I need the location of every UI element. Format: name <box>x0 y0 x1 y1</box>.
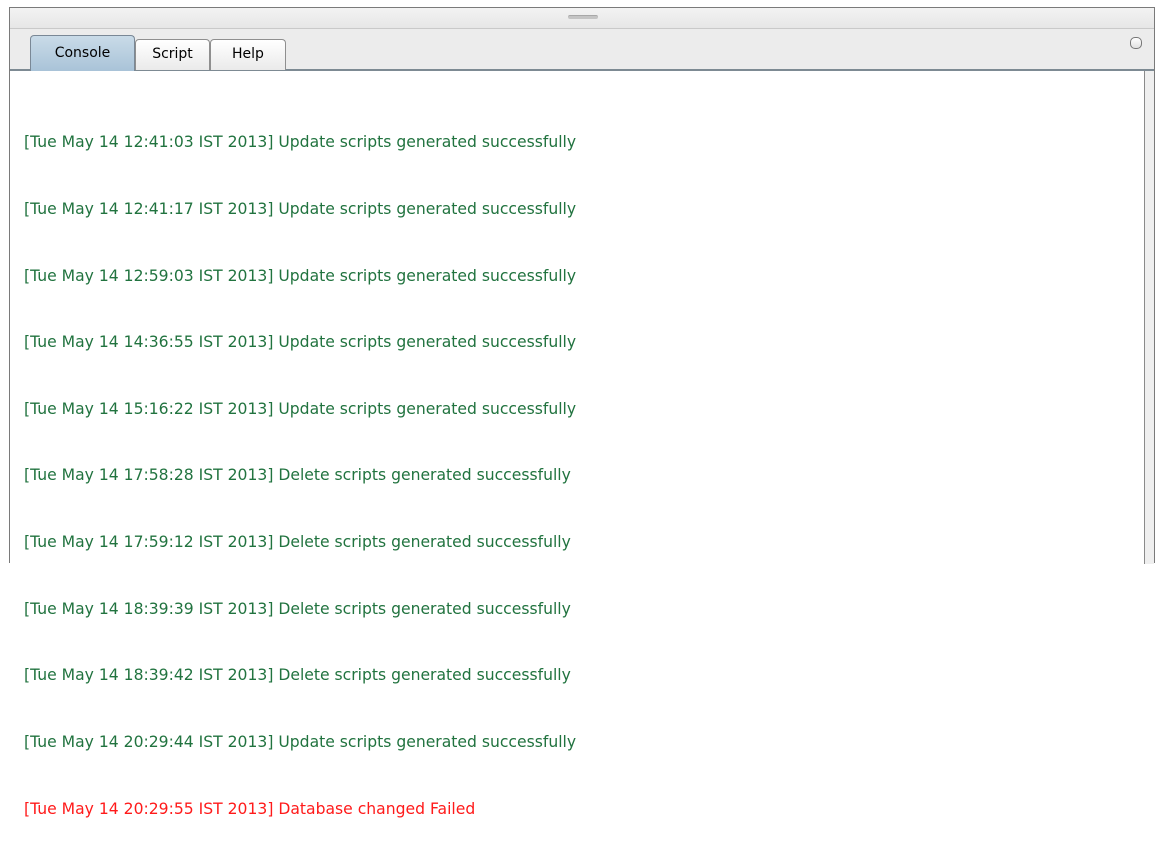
log-line: [Tue May 14 12:41:17 IST 2013] Update sc… <box>24 200 577 219</box>
console-log: [Tue May 14 12:41:03 IST 2013] Update sc… <box>24 87 576 864</box>
tab-script[interactable]: Script <box>135 39 210 70</box>
tab-help[interactable]: Help <box>210 39 286 70</box>
log-line: [Tue May 14 12:59:03 IST 2013] Update sc… <box>24 266 577 285</box>
log-line: [Tue May 14 14:36:55 IST 2013] Update sc… <box>24 333 577 352</box>
log-line: [Tue May 14 18:39:42 IST 2013] Delete sc… <box>24 666 571 685</box>
log-line: [Tue May 14 12:41:03 IST 2013] Update sc… <box>24 133 577 152</box>
scrollbar[interactable] <box>1144 71 1154 564</box>
console-output-panel: [Tue May 14 12:41:03 IST 2013] Update sc… <box>10 71 1144 818</box>
tab-console[interactable]: Console <box>30 35 135 71</box>
log-line: [Tue May 14 17:58:28 IST 2013] Delete sc… <box>24 466 571 485</box>
log-line-error: [Tue May 14 20:29:55 IST 2013] Database … <box>24 799 476 818</box>
grip-icon[interactable] <box>568 15 598 19</box>
maximize-icon[interactable] <box>1130 37 1142 49</box>
console-window: Console Script Help [Tue May 14 12:41:03… <box>9 7 1155 818</box>
log-line: [Tue May 14 17:59:12 IST 2013] Delete sc… <box>24 533 571 552</box>
log-line: [Tue May 14 20:29:44 IST 2013] Update sc… <box>24 732 577 751</box>
split-pane-divider[interactable] <box>10 8 1154 29</box>
log-line: [Tue May 14 18:39:39 IST 2013] Delete sc… <box>24 599 571 618</box>
log-line: [Tue May 14 15:16:22 IST 2013] Update sc… <box>24 399 577 418</box>
